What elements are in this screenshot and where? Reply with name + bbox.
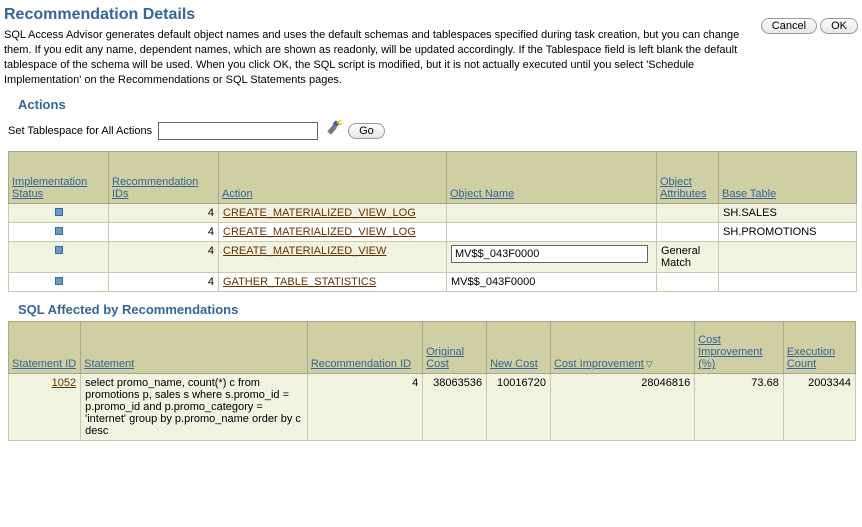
statement-id-link[interactable]: 1052: [52, 377, 76, 389]
col-object-name[interactable]: Object Name: [447, 152, 657, 204]
col-new-cost[interactable]: New Cost: [487, 322, 551, 374]
action-link[interactable]: CREATE_MATERIALIZED_VIEW: [223, 245, 386, 257]
rec-ids-cell: 4: [109, 242, 219, 273]
flashlight-icon[interactable]: [324, 120, 342, 141]
table-row: 4 CREATE_MATERIALIZED_VIEW_LOG SH.SALES: [9, 204, 857, 223]
table-row: 1052 select promo_name, count(*) c from p…: [9, 374, 856, 441]
cost-improvement-pct-cell: 73.68: [695, 374, 784, 441]
exec-count-cell: 2003344: [783, 374, 855, 441]
object-name-input[interactable]: [451, 245, 648, 263]
action-cell: CREATE_MATERIALIZED_VIEW: [219, 242, 447, 273]
action-cell: CREATE_MATERIALIZED_VIEW_LOG: [219, 223, 447, 242]
cost-improvement-cell: 28046816: [550, 374, 694, 441]
impl-status-cell: [9, 273, 109, 292]
new-cost-cell: 10016720: [487, 374, 551, 441]
statement-cell: select promo_name, count(*) c from promo…: [81, 374, 308, 441]
rec-id-cell: 4: [307, 374, 422, 441]
action-cell: CREATE_MATERIALIZED_VIEW_LOG: [219, 204, 447, 223]
col-impl-status[interactable]: Implementation Status: [9, 152, 109, 204]
base-table-cell: [719, 273, 857, 292]
sort-desc-icon: ▽: [646, 359, 653, 369]
impl-status-cell: [9, 223, 109, 242]
status-square-icon: [55, 277, 63, 285]
impl-status-cell: [9, 204, 109, 223]
rec-ids-cell: 4: [109, 273, 219, 292]
go-button[interactable]: Go: [348, 123, 385, 139]
status-square-icon: [55, 227, 63, 235]
object-name-cell: [447, 204, 657, 223]
object-attributes-cell: [657, 273, 719, 292]
page-title: Recommendation Details: [4, 6, 753, 24]
cancel-button[interactable]: Cancel: [761, 18, 817, 34]
object-attributes-cell: [657, 223, 719, 242]
col-orig-cost[interactable]: Original Cost: [423, 322, 487, 374]
set-tablespace-input[interactable]: [158, 122, 318, 140]
col-action[interactable]: Action: [219, 152, 447, 204]
impl-status-cell: [9, 242, 109, 273]
object-attributes-cell: [657, 204, 719, 223]
actions-section-title: Actions: [18, 97, 858, 112]
object-name-cell: [447, 223, 657, 242]
sql-section-title: SQL Affected by Recommendations: [18, 302, 858, 317]
col-cost-improvement[interactable]: Cost Improvement▽: [550, 322, 694, 374]
set-tablespace-label: Set Tablespace for All Actions: [8, 125, 152, 137]
col-rec-ids[interactable]: Recommendation IDs: [109, 152, 219, 204]
page-description: SQL Access Advisor generates default obj…: [4, 28, 753, 87]
action-link[interactable]: CREATE_MATERIALIZED_VIEW_LOG: [223, 207, 416, 219]
action-link[interactable]: CREATE_MATERIALIZED_VIEW_LOG: [223, 226, 416, 238]
object-name-cell: [447, 242, 657, 273]
action-cell: GATHER_TABLE_STATISTICS: [219, 273, 447, 292]
object-name-cell: MV$$_043F0000: [447, 273, 657, 292]
status-square-icon: [55, 208, 63, 216]
col-exec-count[interactable]: Execution Count: [783, 322, 855, 374]
col-base-table[interactable]: Base Table: [719, 152, 857, 204]
base-table-cell: [719, 242, 857, 273]
base-table-cell: SH.PROMOTIONS: [719, 223, 857, 242]
rec-ids-cell: 4: [109, 223, 219, 242]
base-table-cell: SH.SALES: [719, 204, 857, 223]
object-attributes-cell: General Match: [657, 242, 719, 273]
status-square-icon: [55, 246, 63, 254]
rec-ids-cell: 4: [109, 204, 219, 223]
orig-cost-cell: 38063536: [423, 374, 487, 441]
col-object-attributes[interactable]: Object Attributes: [657, 152, 719, 204]
actions-table: Implementation Status Recommendation IDs…: [8, 151, 857, 292]
action-link[interactable]: GATHER_TABLE_STATISTICS: [223, 276, 376, 288]
col-statement[interactable]: Statement: [81, 322, 308, 374]
statement-id-cell: 1052: [9, 374, 81, 441]
table-row: 4 CREATE_MATERIALIZED_VIEW_LOG SH.PROMOTIO…: [9, 223, 857, 242]
col-statement-id[interactable]: Statement ID: [9, 322, 81, 374]
table-row: 4 CREATE_MATERIALIZED_VIEW General Match: [9, 242, 857, 273]
col-cost-improvement-pct[interactable]: Cost Improvement (%): [695, 322, 784, 374]
ok-button[interactable]: OK: [820, 18, 858, 34]
sql-table: Statement ID Statement Recommendation ID…: [8, 321, 856, 441]
col-rec-id[interactable]: Recommendation ID: [307, 322, 422, 374]
table-row: 4 GATHER_TABLE_STATISTICS MV$$_043F0000: [9, 273, 857, 292]
